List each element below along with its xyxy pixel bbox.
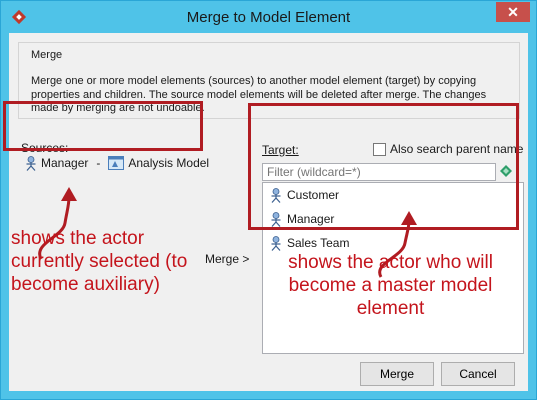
- left-arrowhead: [61, 187, 77, 201]
- right-arrowhead: [401, 211, 417, 225]
- left-annotation-text: shows the actor currently selected (to b…: [11, 228, 188, 295]
- right-annotation-text: shows the actor who will become a master…: [288, 252, 493, 319]
- annotation-arrows: [38, 187, 417, 278]
- dialog-window: Merge to Model Element ✕ Merge Merge one…: [0, 0, 537, 400]
